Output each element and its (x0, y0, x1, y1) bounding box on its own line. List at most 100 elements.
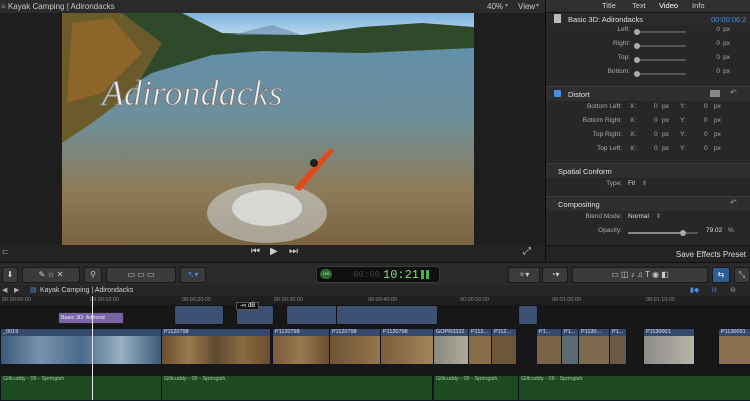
forward-icon[interactable]: ▶ (14, 285, 19, 296)
video-clip[interactable]: P1120798 (329, 328, 381, 365)
viewer-panel: ≡ Kayak Camping | Adirondacks 40% ▾ View… (0, 0, 546, 262)
back-icon[interactable]: ◀ (2, 285, 7, 296)
skip-back-icon[interactable]: ⏮ (251, 246, 260, 257)
save-effects-preset-button[interactable]: Save Effects Preset (676, 250, 746, 259)
distort-section-header[interactable]: Distort ↶ (546, 86, 750, 101)
video-clip[interactable]: P112... (491, 328, 517, 365)
clip-thumbnail (381, 336, 433, 364)
crop-right-slider[interactable] (634, 43, 686, 49)
video-clip[interactable]: P1130001 (643, 328, 695, 365)
blend-mode-row: Blend Mode: Normal ⇕ (585, 213, 662, 220)
inspector-footer: Save Effects Preset (546, 245, 750, 263)
timecode-dial: 100 (320, 269, 332, 279)
inspector-clip-name: Basic 3D: Adirondacks (568, 15, 644, 24)
spatial-type-row: Type: Fit ⇕ (606, 180, 648, 187)
viewer-menu-icon[interactable]: ≡ (1, 0, 6, 13)
opacity-slider[interactable] (628, 230, 698, 236)
compositing-reset-icon[interactable]: ↶ (730, 198, 737, 207)
opacity-knob[interactable] (680, 230, 687, 236)
tab-title[interactable]: Title (602, 0, 616, 12)
crop-bottom-slider[interactable] (634, 71, 686, 77)
clip-thumbnail (330, 336, 380, 364)
video-clip[interactable]: P1120798 (380, 328, 434, 365)
distort-onscreen-icon[interactable] (710, 90, 720, 97)
clip-thumbnail (469, 336, 491, 364)
slider-knob[interactable] (634, 71, 640, 77)
video-clip[interactable]: GOPR3332 (433, 328, 469, 365)
audio-clip[interactable]: Gillcuddy - 06 - Springish (518, 375, 750, 401)
play-icon[interactable]: ▶ (270, 246, 278, 257)
timecode-value: 10:21 (383, 268, 420, 282)
tab-video[interactable]: Video (659, 0, 678, 12)
clip-thumbnail (644, 336, 694, 364)
video-clip[interactable]: P1... (536, 328, 562, 365)
search-icon[interactable]: ⚲ (84, 267, 102, 283)
crop-bottom-row: Bottom: 0 px (607, 68, 730, 77)
slider-knob[interactable] (634, 57, 640, 63)
playhead[interactable] (92, 296, 93, 400)
transitions-icon[interactable]: ⤡ (734, 267, 750, 283)
connected-clip[interactable] (174, 305, 224, 325)
title-clip[interactable]: Basic 3D: Adirond (58, 312, 124, 324)
audio-clip[interactable]: Gillcuddy - 06 - Springish (0, 375, 162, 401)
connected-clip[interactable] (286, 305, 338, 325)
video-clip[interactable]: _0019 (0, 328, 162, 365)
video-clip[interactable]: P1120798 (161, 328, 271, 365)
select-chevron-icon[interactable]: ⇕ (642, 180, 647, 187)
zoom-level[interactable]: 40% (487, 0, 503, 13)
select-tool-icon[interactable]: ↖▾ (180, 267, 206, 283)
timeline-ruler[interactable]: 00:00:00:00 00:00:10:00 00:00:20:00 00:0… (0, 296, 750, 305)
spatial-conform-header[interactable]: Spatial Conform (546, 163, 750, 178)
magic-wand-icon[interactable]: ✧▾ (508, 267, 540, 283)
distort-reset-icon[interactable]: ↶ (730, 88, 737, 97)
import-icon[interactable]: ⬇ (2, 267, 18, 283)
blend-mode-select[interactable]: Normal (628, 213, 649, 220)
inspector-tabs: Title Text Video Info (546, 0, 750, 13)
slider-knob[interactable] (634, 43, 640, 49)
edit-mode-group[interactable]: ▭ ▭ ▭ (106, 267, 176, 283)
compositing-title: Compositing (558, 200, 600, 209)
zoom-chevron-icon[interactable]: ▾ (505, 0, 508, 13)
tab-text[interactable]: Text (632, 0, 646, 12)
distort-top-right-row: Top Right: X: 0 px Y: 0 px (592, 131, 721, 138)
connected-clip[interactable] (336, 305, 438, 325)
video-clip[interactable]: P1130... (578, 328, 610, 365)
clip-thumbnail (537, 336, 561, 364)
timecode-display[interactable]: 100 00:00 10:21 (316, 266, 440, 283)
viewer-options-icon[interactable]: ⊏ (2, 247, 9, 256)
opacity-row: Opacity: 79.02 % (598, 227, 734, 236)
crop-left-slider[interactable] (634, 29, 686, 35)
retime-icon[interactable]: ◔▾ (542, 267, 568, 283)
clip-thumbnail (162, 336, 270, 364)
connected-clip[interactable] (518, 305, 538, 325)
distort-enable-checkbox[interactable] (554, 90, 561, 97)
project-icon: ▤ (30, 287, 37, 294)
audio-clip[interactable]: Gillcuddy - 06 - Springish (161, 375, 433, 401)
audio-skimming-icon[interactable]: ⊪ (712, 285, 718, 296)
audio-clip[interactable]: Gillcuddy - 06 - Springish (433, 375, 519, 401)
clip-thumbnail (492, 336, 516, 364)
skip-forward-icon[interactable]: ⏭ (289, 246, 298, 257)
browser-buttons-group[interactable]: ▭ ◫ ♪ ♫ T ◉ ◧ (572, 267, 708, 283)
video-clip[interactable]: P1130031 (718, 328, 750, 365)
tab-info[interactable]: Info (692, 0, 705, 12)
crop-right-row: Right: 0 px (613, 40, 730, 49)
video-clip[interactable]: P1... (609, 328, 627, 365)
compositing-header[interactable]: Compositing ↶ (546, 196, 750, 211)
crop-top-slider[interactable] (634, 57, 686, 63)
spatial-conform-title: Spatial Conform (558, 167, 612, 176)
video-clip[interactable]: P1... (561, 328, 579, 365)
select-chevron-icon[interactable]: ⇕ (656, 213, 661, 220)
opacity-value[interactable]: 79.02 (706, 227, 722, 234)
skimming-icon[interactable]: ▮◆ (690, 285, 699, 296)
view-chevron-icon[interactable]: ▾ (536, 0, 539, 13)
zoom-out-icon[interactable]: ⊖ (730, 285, 736, 296)
video-clip[interactable]: P112... (468, 328, 492, 365)
slider-knob[interactable] (634, 29, 640, 35)
spatial-type-select[interactable]: Fit (628, 180, 635, 187)
effects-browser-icon[interactable]: ⇆ (712, 267, 730, 283)
view-menu[interactable]: View (518, 0, 535, 13)
keyword-button-group[interactable]: ✎ ☆ ✕ (22, 267, 80, 283)
video-clip[interactable]: P1120798 (272, 328, 330, 365)
fullscreen-icon[interactable]: ⤢ (523, 246, 531, 257)
